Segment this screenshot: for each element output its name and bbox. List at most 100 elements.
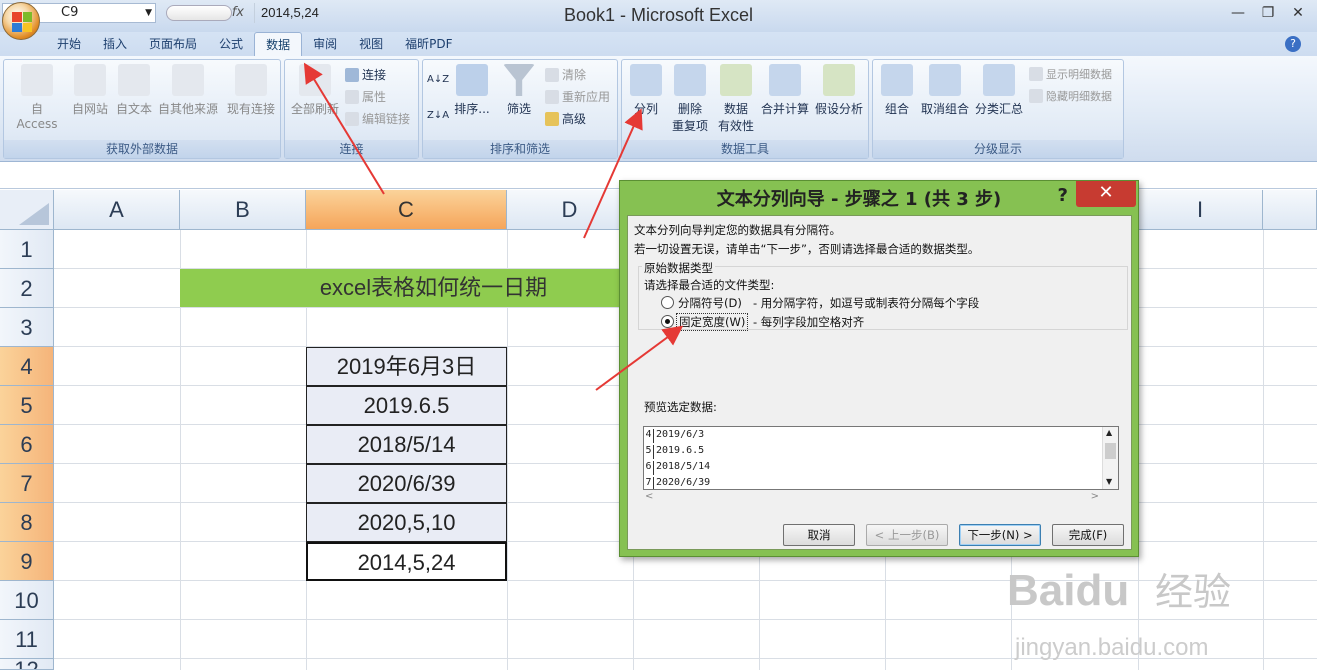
row-header-11[interactable]: 11	[0, 620, 54, 659]
preview-vertical-scrollbar[interactable]: ▲ ▼	[1102, 427, 1118, 489]
row-header-1[interactable]: 1	[0, 230, 54, 269]
clear-icon	[545, 67, 559, 82]
row-header-6[interactable]: 6	[0, 425, 54, 464]
group-external-data: 自 Access 自网站 自文本 自其他来源 现有连接 获取外部数据	[3, 59, 281, 159]
radio-fixed-width-label[interactable]: 固定宽度(W)	[676, 313, 749, 331]
group-connections: 全部刷新 连接 属性 编辑链接 连接	[284, 59, 419, 159]
column-header-i[interactable]: I	[1138, 190, 1263, 230]
subtotal-button[interactable]: 分类汇总	[973, 64, 1025, 117]
from-text-button[interactable]: 自文本	[112, 64, 156, 117]
scroll-down-icon[interactable]: ▼	[1106, 477, 1112, 486]
finish-button[interactable]: 完成(F)	[1052, 524, 1124, 546]
back-button[interactable]: < 上一步(B)	[866, 524, 948, 546]
sort-icon	[456, 64, 488, 96]
radio-delimited-label[interactable]: 分隔符号(D)	[678, 295, 742, 311]
formula-bar-handle[interactable]	[166, 5, 232, 21]
from-web-button[interactable]: 自网站	[68, 64, 112, 117]
connections-button[interactable]: 连接	[345, 66, 386, 83]
scroll-left-icon[interactable]: <	[645, 491, 653, 502]
what-if-icon	[823, 64, 855, 96]
row-header-5[interactable]: 5	[0, 386, 54, 425]
sort-descending-button[interactable]: Z↓A	[427, 110, 449, 121]
data-validation-button[interactable]: 数据 有效性	[712, 64, 760, 134]
ungroup-icon	[929, 64, 961, 96]
row-header-8[interactable]: 8	[0, 503, 54, 542]
tab-review[interactable]: 审阅	[302, 32, 348, 56]
hide-detail-button[interactable]: 隐藏明细数据	[1029, 88, 1112, 104]
cell-c5[interactable]: 2019.6.5	[306, 386, 507, 425]
row-header-4[interactable]: 4	[0, 347, 54, 386]
show-detail-button[interactable]: 显示明细数据	[1029, 66, 1112, 82]
insert-function-button[interactable]: fx	[160, 3, 250, 23]
group-button[interactable]: 组合	[877, 64, 917, 117]
tab-insert[interactable]: 插入	[92, 32, 138, 56]
tab-page-layout[interactable]: 页面布局	[138, 32, 208, 56]
preview-label: 预览选定数据:	[644, 400, 717, 414]
group-label: 获取外部数据	[4, 140, 280, 158]
next-button[interactable]: 下一步(N) >	[959, 524, 1041, 546]
select-all-corner[interactable]	[0, 190, 54, 230]
refresh-all-button[interactable]: 全部刷新	[289, 64, 341, 117]
title-banner-cell[interactable]: excel表格如何统一日期	[180, 269, 632, 307]
row-header-12[interactable]: 12	[0, 659, 54, 670]
cell-c7[interactable]: 2020/6/39	[306, 464, 507, 503]
formula-input[interactable]: 2014,5,24	[254, 3, 1314, 23]
tab-data[interactable]: 数据	[254, 32, 303, 56]
consolidate-button[interactable]: 合并计算	[760, 64, 810, 117]
group-label: 分级显示	[873, 140, 1123, 158]
tab-formulas[interactable]: 公式	[208, 32, 254, 56]
tab-view[interactable]: 视图	[348, 32, 394, 56]
from-access-button[interactable]: 自 Access	[10, 64, 64, 131]
gridline	[1263, 230, 1264, 670]
existing-connections-button[interactable]: 现有连接	[224, 64, 278, 117]
row-header-7[interactable]: 7	[0, 464, 54, 503]
group-outline: 组合 取消组合 分类汇总 显示明细数据 隐藏明细数据 分级显示	[872, 59, 1124, 159]
radio-delimited[interactable]	[661, 296, 674, 309]
remove-duplicates-button[interactable]: 删除 重复项	[668, 64, 712, 134]
what-if-analysis-button[interactable]: 假设分析	[812, 64, 866, 117]
watermark-brand-cn: 经验	[1155, 570, 1231, 614]
chevron-down-icon[interactable]: ▼	[145, 4, 152, 22]
clear-filter-button[interactable]: 清除	[545, 66, 586, 83]
reapply-icon	[545, 89, 559, 104]
group-label: 连接	[285, 140, 418, 158]
scroll-thumb[interactable]	[1105, 443, 1116, 459]
dialog-body: 文本分列向导判定您的数据具有分隔符。 若一切设置无误，请单击“下一步”，否则请选…	[627, 215, 1132, 550]
cell-c6[interactable]: 2018/5/14	[306, 425, 507, 464]
sort-button[interactable]: 排序...	[451, 64, 493, 117]
scroll-up-icon[interactable]: ▲	[1106, 428, 1112, 437]
radio-fixed-width[interactable]	[661, 315, 674, 328]
from-other-sources-button[interactable]: 自其他来源	[156, 64, 220, 117]
row-header-3[interactable]: 3	[0, 308, 54, 347]
properties-button[interactable]: 属性	[345, 88, 386, 105]
cell-c9-active[interactable]: 2014,5,24	[306, 542, 507, 581]
ungroup-button[interactable]: 取消组合	[919, 64, 971, 117]
preview-box[interactable]: 4 2019/6/3 5 2019.6.5 6 2018/5/14 7 2020/6/3…	[643, 426, 1119, 490]
column-header-b[interactable]: B	[180, 190, 306, 230]
row-header-2[interactable]: 2	[0, 269, 54, 308]
office-button[interactable]	[2, 2, 40, 40]
row-header-9[interactable]: 9	[0, 542, 54, 581]
dialog-help-icon[interactable]: ?	[1058, 185, 1068, 206]
help-icon[interactable]: ?	[1285, 36, 1301, 52]
advanced-filter-button[interactable]: 高级	[545, 110, 586, 127]
cell-c4[interactable]: 2019年6月3日	[306, 347, 507, 386]
validation-icon	[720, 64, 752, 96]
edit-links-button[interactable]: 编辑链接	[345, 110, 410, 127]
column-header-j[interactable]	[1263, 190, 1317, 230]
preview-horizontal-scrollbar[interactable]: < >	[643, 491, 1119, 505]
tab-foxit-pdf[interactable]: 福昕PDF	[394, 32, 463, 56]
sort-ascending-button[interactable]: A↓Z	[427, 74, 449, 85]
cancel-button[interactable]: 取消	[783, 524, 855, 546]
reapply-button[interactable]: 重新应用	[545, 88, 610, 105]
column-header-d[interactable]: D	[507, 190, 633, 230]
filter-button[interactable]: 筛选	[499, 64, 539, 117]
row-header-10[interactable]: 10	[0, 581, 54, 620]
cell-c8[interactable]: 2020,5,10	[306, 503, 507, 542]
dialog-close-button[interactable]: ✕	[1076, 181, 1136, 207]
column-header-c[interactable]: C	[306, 190, 507, 230]
tab-home[interactable]: 开始	[46, 32, 92, 56]
scroll-right-icon[interactable]: >	[1091, 491, 1099, 502]
column-header-a[interactable]: A	[54, 190, 180, 230]
text-to-columns-button[interactable]: 分列	[626, 64, 666, 117]
